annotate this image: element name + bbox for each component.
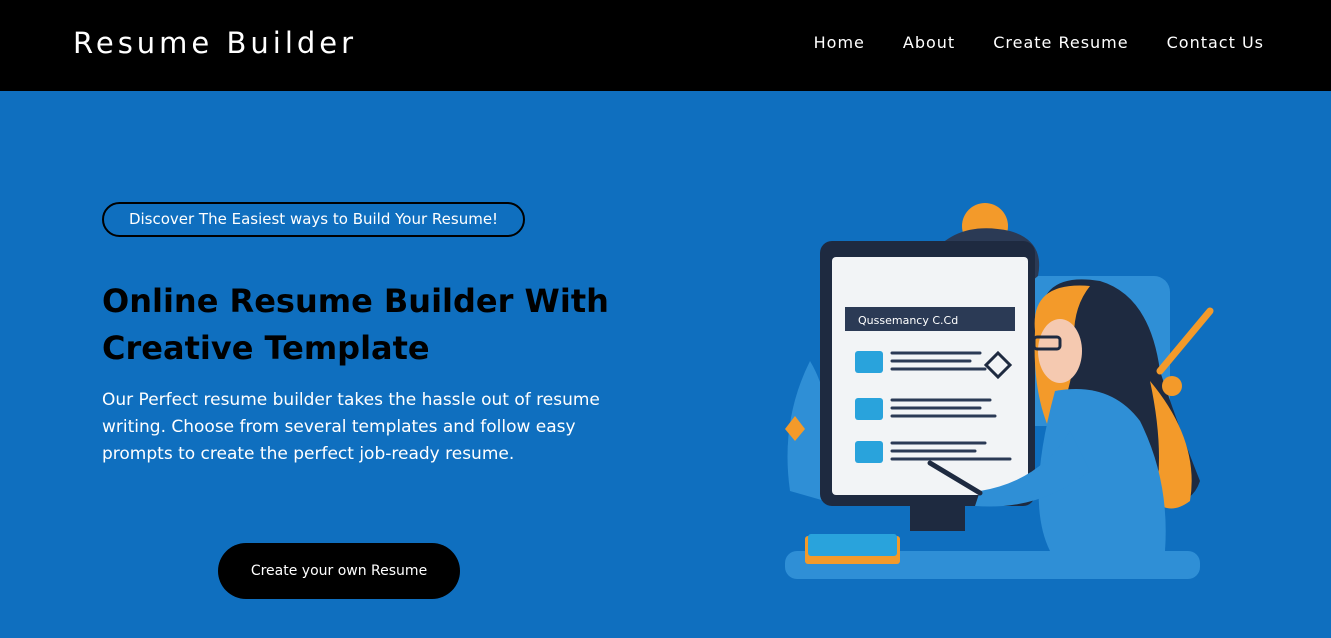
hero-headline: Online Resume Builder With Creative Temp…	[102, 282, 609, 367]
monitor-stand	[910, 506, 965, 531]
hero-description: Our Perfect resume builder takes the has…	[102, 390, 600, 464]
create-resume-button[interactable]: Create your own Resume	[218, 543, 460, 599]
nav-link-about[interactable]: About	[903, 32, 955, 54]
resume-illustration-icon: Qussemancy C.Cd	[785, 203, 1214, 579]
tagline-badge: Discover The Easiest ways to Build Your …	[102, 202, 525, 237]
face	[1038, 319, 1082, 383]
hero-section: Discover The Easiest ways to Build Your …	[0, 91, 1331, 638]
pencil-ring	[1162, 376, 1182, 396]
checkbox-3	[855, 441, 883, 463]
checkbox-2	[855, 398, 883, 420]
nav-link-home[interactable]: Home	[814, 32, 865, 54]
nav-menu: Home About Create Resume Contact Us	[814, 32, 1264, 54]
navbar: Resume Builder Home About Create Resume …	[0, 0, 1331, 91]
screen-document-title: Qussemancy C.Cd	[858, 314, 958, 327]
desk-notebook-cover	[808, 534, 897, 556]
nav-link-create-resume[interactable]: Create Resume	[993, 32, 1128, 54]
nav-link-contact-us[interactable]: Contact Us	[1167, 32, 1264, 54]
checkbox-1	[855, 351, 883, 373]
brand-logo-text[interactable]: Resume Builder	[73, 24, 357, 62]
